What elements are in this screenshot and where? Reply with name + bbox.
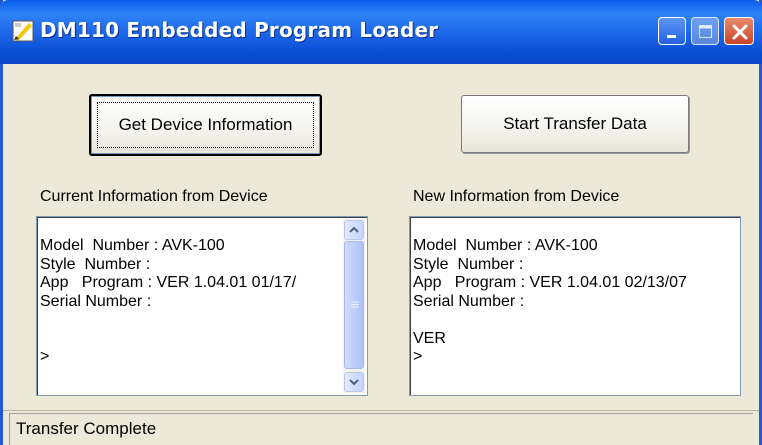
scroll-up-button[interactable]	[344, 220, 364, 240]
new-line: Style Number :	[413, 255, 524, 273]
chevron-down-icon	[349, 379, 359, 386]
program-loader-window: DM110 Embedded Program Loader Get Device…	[0, 0, 762, 445]
new-line: Serial Number :	[413, 292, 525, 310]
current-line	[40, 330, 296, 349]
new-line: >	[413, 348, 423, 365]
current-information-text: Model Number : AVK-100 Style Number : App …	[40, 237, 296, 367]
start-transfer-data-button[interactable]: Start Transfer Data	[461, 95, 689, 153]
new-information-label: New Information from Device	[413, 188, 620, 205]
close-button[interactable]	[724, 17, 754, 45]
new-information-text: Model Number : AVK-100 Style Number : App …	[413, 237, 687, 367]
minimize-icon	[667, 35, 676, 38]
title-bar[interactable]: DM110 Embedded Program Loader	[0, 0, 762, 64]
current-line: >	[40, 348, 50, 365]
new-line	[413, 311, 687, 330]
vertical-scrollbar[interactable]	[343, 219, 365, 393]
current-line: Serial Number :	[40, 292, 152, 310]
start-transfer-data-label: Start Transfer Data	[503, 114, 647, 133]
maximize-button[interactable]	[691, 17, 719, 45]
minimize-button[interactable]	[658, 17, 686, 45]
new-information-textbox[interactable]: Model Number : AVK-100 Style Number : App …	[409, 216, 741, 396]
current-line	[40, 311, 296, 330]
focus-rectangle	[97, 102, 314, 148]
grip-icon	[351, 301, 359, 308]
maximize-icon	[699, 25, 712, 38]
current-line: Style Number :	[40, 255, 151, 273]
new-line: App Program : VER 1.04.01 02/13/07	[413, 274, 687, 291]
new-line: VER	[413, 329, 446, 347]
current-line: App Program : VER 1.04.01 01/17/	[40, 274, 297, 291]
scroll-down-button[interactable]	[344, 372, 364, 392]
current-line: Model Number : AVK-100	[40, 237, 225, 254]
chevron-up-icon	[349, 226, 359, 233]
close-icon	[732, 24, 748, 40]
get-device-information-button[interactable]: Get Device Information	[89, 94, 322, 156]
app-icon	[12, 20, 34, 42]
window-title: DM110 Embedded Program Loader	[40, 18, 439, 42]
current-information-label: Current Information from Device	[40, 188, 268, 205]
status-text: Transfer Complete	[16, 419, 157, 438]
new-line: Model Number : AVK-100	[413, 237, 598, 254]
current-information-textbox[interactable]: Model Number : AVK-100 Style Number : App …	[36, 216, 368, 396]
scroll-thumb[interactable]	[344, 241, 364, 369]
